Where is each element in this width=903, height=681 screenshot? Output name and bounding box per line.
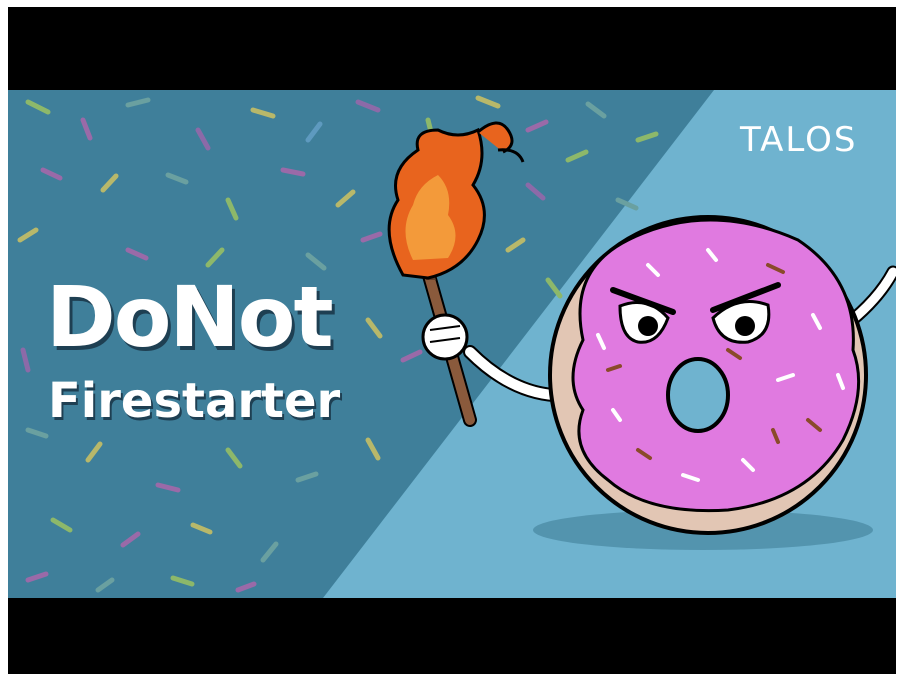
video-thumbnail[interactable]: TALOS DoNot Firestarter bbox=[8, 7, 896, 674]
torch-hand bbox=[421, 313, 469, 361]
donut-hole bbox=[666, 357, 730, 433]
thumbnail-scene: TALOS DoNot Firestarter bbox=[8, 90, 896, 598]
letterbox-bottom bbox=[8, 598, 896, 674]
flame-icon bbox=[387, 121, 525, 280]
letterbox-top bbox=[8, 7, 896, 90]
torch-icon bbox=[419, 258, 477, 427]
donut-character-icon bbox=[387, 121, 896, 550]
